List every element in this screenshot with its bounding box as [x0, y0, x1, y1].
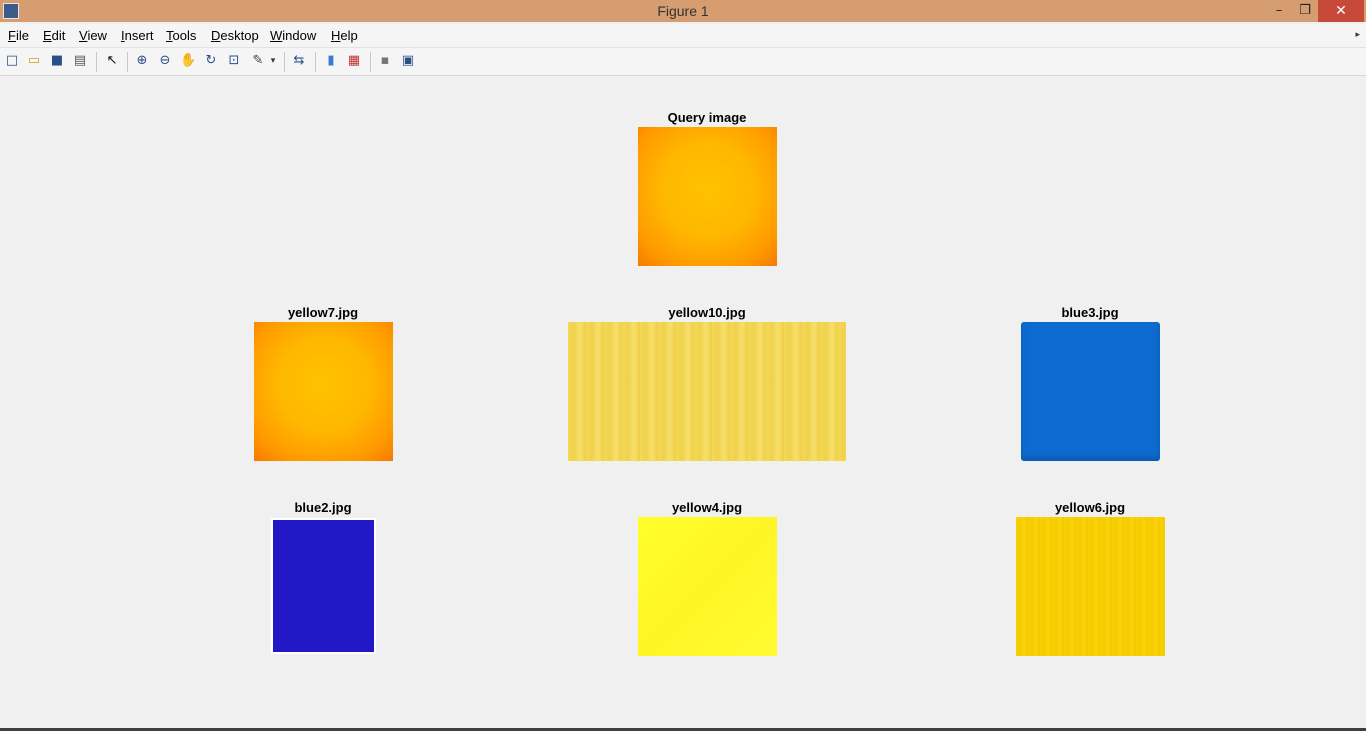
menu-view[interactable]: View — [79, 28, 107, 43]
zoom-out-icon[interactable]: ⊖ — [157, 53, 173, 69]
brush-icon[interactable]: ✎ — [250, 53, 266, 69]
print-icon[interactable]: ▤ — [72, 53, 88, 69]
colorbar-icon[interactable]: ▮ — [323, 53, 339, 69]
result-title-blue2: blue2.jpg — [294, 500, 352, 515]
result-image-yellow7 — [254, 322, 393, 461]
result-title-yellow10: yellow10.jpg — [668, 305, 746, 320]
edit-plot-icon[interactable]: ↖ — [104, 53, 120, 69]
result-title-yellow6: yellow6.jpg — [1054, 500, 1126, 515]
restore-button[interactable]: ❐ — [1292, 0, 1318, 22]
close-button[interactable]: ✕ — [1318, 0, 1364, 22]
toolbar-separator — [284, 52, 285, 72]
menu-insert[interactable]: Insert — [121, 28, 154, 43]
result-image-blue3 — [1021, 322, 1160, 461]
query-image — [638, 127, 777, 266]
title-bar: Figure 1 – ❐ ✕ — [0, 0, 1366, 22]
result-image-yellow4 — [638, 517, 777, 656]
hide-plot-tools-icon[interactable]: ▪ — [377, 53, 393, 69]
pan-icon[interactable]: ✋ — [180, 53, 196, 69]
toolbar-separator — [315, 52, 316, 72]
result-title-yellow7: yellow7.jpg — [287, 305, 359, 320]
brush-dropdown-icon[interactable]: ▾ — [268, 53, 278, 69]
minimize-button[interactable]: – — [1266, 0, 1292, 22]
menu-tools[interactable]: Tools — [166, 28, 196, 43]
zoom-in-icon[interactable]: ⊕ — [134, 53, 150, 69]
menu-desktop[interactable]: Desktop — [211, 28, 259, 43]
window-title: Figure 1 — [657, 3, 709, 19]
new-figure-icon[interactable]: □ — [4, 53, 20, 69]
menu-file[interactable]: File — [8, 28, 29, 43]
result-title-yellow4: yellow4.jpg — [671, 500, 743, 515]
show-plot-tools-icon[interactable]: ▣ — [400, 53, 416, 69]
link-plot-icon[interactable]: ⇆ — [291, 53, 307, 69]
save-icon[interactable]: ■ — [49, 53, 65, 69]
menu-bar: File Edit View Insert Tools Desktop Wind… — [0, 24, 1366, 48]
menu-edit[interactable]: Edit — [43, 28, 65, 43]
menu-window[interactable]: Window — [270, 28, 316, 43]
figure-toolbar: □ ▭ ■ ▤ ↖ ⊕ ⊖ ✋ ↻ ⊡ ✎ ▾ ⇆ ▮ ▦ ▪ ▣ — [0, 48, 1366, 76]
query-image-title: Query image — [667, 110, 747, 125]
result-image-blue2 — [271, 518, 376, 654]
data-cursor-icon[interactable]: ⊡ — [226, 53, 242, 69]
legend-icon[interactable]: ▦ — [346, 53, 362, 69]
result-title-blue3: blue3.jpg — [1061, 305, 1119, 320]
toolbar-separator — [370, 52, 371, 72]
open-file-icon[interactable]: ▭ — [26, 53, 42, 69]
menu-help[interactable]: Help — [331, 28, 358, 43]
toolbar-separator — [127, 52, 128, 72]
menu-overflow-icon[interactable]: ▸ — [1355, 30, 1360, 40]
result-image-yellow10 — [568, 322, 846, 461]
toolbar-separator — [96, 52, 97, 72]
rotate-3d-icon[interactable]: ↻ — [203, 53, 219, 69]
result-image-yellow6 — [1016, 517, 1165, 656]
